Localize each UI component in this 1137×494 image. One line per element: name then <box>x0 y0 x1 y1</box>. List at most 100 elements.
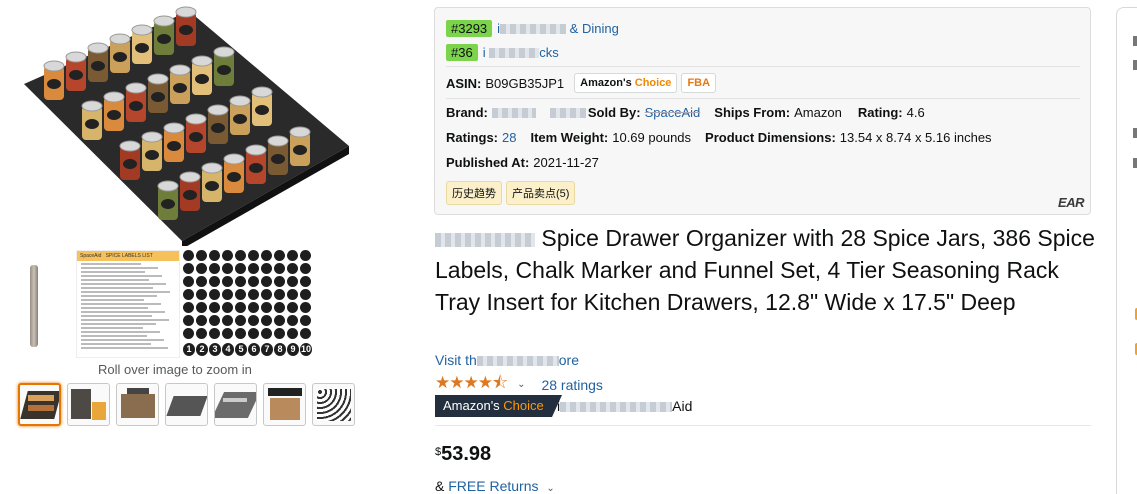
label-list-image: SpaceAid SPICE LABELS LIST <box>76 250 180 358</box>
jar-lid <box>119 140 141 152</box>
round-label <box>287 263 298 274</box>
round-label <box>183 250 194 261</box>
thumbnail-3[interactable] <box>116 383 159 426</box>
chevron-down-icon[interactable]: ⌄ <box>517 379 525 390</box>
number-label: 5 <box>235 343 247 356</box>
round-label <box>274 263 285 274</box>
jar-label <box>145 150 159 160</box>
asin-value: B09GB35JP1 <box>485 75 565 91</box>
round-label <box>287 250 298 261</box>
round-label <box>222 289 233 300</box>
jar-label <box>183 190 197 200</box>
jar-label <box>85 119 99 129</box>
round-label <box>235 302 246 313</box>
round-label <box>248 276 259 287</box>
number-labels: 1 2 3 4 5 6 7 8 9 10 <box>183 343 319 357</box>
round-label <box>300 263 311 274</box>
round-label <box>261 328 272 339</box>
round-label <box>183 263 194 274</box>
label-list-line <box>81 303 161 305</box>
ships-from-label: Ships From: <box>714 105 791 120</box>
thumbnail-2[interactable] <box>67 383 110 426</box>
round-label <box>222 276 233 287</box>
label-list-line <box>81 279 149 281</box>
main-product-image[interactable] <box>14 6 354 249</box>
jar-label <box>249 163 263 173</box>
jar-lid <box>191 55 213 67</box>
sold-by-link[interactable]: SpaceAid <box>645 105 701 120</box>
jar-lid <box>245 144 267 156</box>
visit-store-link[interactable]: Visit th ore <box>435 352 579 368</box>
dimensions-value: 13.54 x 8.74 x 5.16 inches <box>839 130 992 145</box>
ratings-count-link[interactable]: 28 ratings <box>541 377 602 393</box>
thumbnail-5[interactable] <box>214 383 257 426</box>
jar-lid <box>147 73 169 85</box>
label-list-line <box>81 331 160 333</box>
round-label <box>196 263 207 274</box>
ratings-link[interactable]: 28 <box>502 130 516 145</box>
jar-label <box>195 74 209 84</box>
round-label <box>274 315 285 326</box>
jar-label <box>135 43 149 53</box>
round-label <box>235 276 246 287</box>
jar-lid <box>65 51 87 63</box>
category-rank-1: #3293 i & Dining <box>446 19 619 37</box>
ships-from-value: Amazon <box>794 105 842 120</box>
label-sheet-title: SPICE LABELS LIST <box>105 253 153 259</box>
round-label <box>261 276 272 287</box>
round-label <box>222 315 233 326</box>
round-label <box>274 289 285 300</box>
round-label <box>209 263 220 274</box>
round-label <box>183 276 194 287</box>
divider <box>435 425 1091 426</box>
thumbnail-1[interactable] <box>18 383 61 426</box>
number-label: 4 <box>222 343 234 356</box>
number-label: 3 <box>209 343 221 356</box>
thumbnail-7[interactable] <box>312 383 355 426</box>
dimensions-label: Product Dimensions: <box>705 130 836 145</box>
jar-label <box>47 79 61 89</box>
rank-category-link[interactable]: i & Dining <box>497 21 619 36</box>
round-label <box>209 250 220 261</box>
jar-lid <box>169 64 191 76</box>
category-rank-2: #36 i cks <box>446 43 559 61</box>
round-labels-image <box>183 250 319 358</box>
round-label <box>235 263 246 274</box>
thumbnail-4[interactable] <box>165 383 208 426</box>
round-label <box>274 302 285 313</box>
rank-badge: #36 <box>446 43 478 61</box>
extension-logo: EAR <box>1058 195 1084 210</box>
round-label <box>287 302 298 313</box>
amazons-choice-badge[interactable]: Amazon's Choice <box>435 395 562 417</box>
chevron-down-icon[interactable]: ⌄ <box>546 483 554 494</box>
jar-label <box>91 61 105 71</box>
label-list-line <box>81 307 148 309</box>
rank-category-link[interactable]: i cks <box>483 45 559 60</box>
round-label <box>183 315 194 326</box>
round-label <box>209 328 220 339</box>
round-label <box>261 315 272 326</box>
extension-actions: 历史趋势 产品卖点(5) <box>446 181 576 205</box>
jar-lid <box>103 91 125 103</box>
round-label <box>196 289 207 300</box>
thumbnail-6[interactable] <box>263 383 306 426</box>
zoom-hint: Roll over image to zoom in <box>98 362 252 377</box>
weight-value: 10.69 pounds <box>612 130 692 145</box>
round-label <box>300 328 311 339</box>
history-trend-button[interactable]: 历史趋势 <box>446 181 502 205</box>
selling-points-button[interactable]: 产品卖点(5) <box>506 181 576 205</box>
jar-lid <box>213 46 235 58</box>
jar-lid <box>251 86 273 98</box>
round-label <box>287 315 298 326</box>
round-label <box>196 315 207 326</box>
round-label <box>222 328 233 339</box>
jar-label <box>293 145 307 155</box>
price-amount: 53.98 <box>441 443 492 465</box>
jar-lid <box>229 95 251 107</box>
free-returns-link[interactable]: FREE Returns <box>448 478 538 494</box>
round-label <box>183 289 194 300</box>
round-label <box>248 263 259 274</box>
jar-lid <box>179 171 201 183</box>
returns-row: & FREE Returns ⌄ <box>435 478 555 494</box>
jar-lid <box>81 100 103 112</box>
